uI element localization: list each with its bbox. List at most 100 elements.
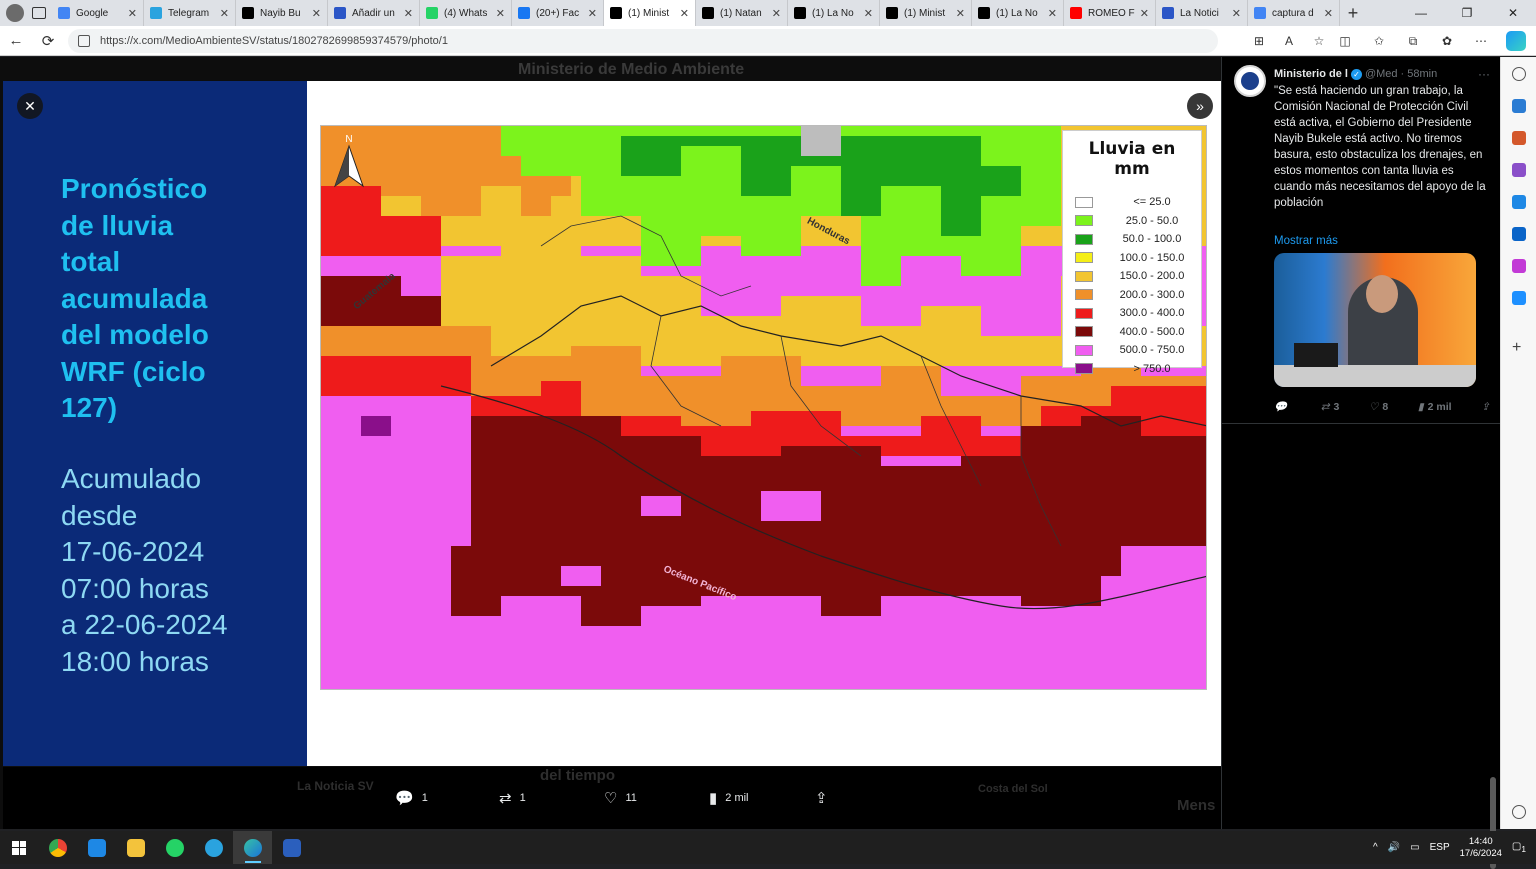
browser-tab[interactable]: (1) La No ✕ — [972, 0, 1064, 26]
profile-avatar[interactable] — [6, 4, 24, 22]
search-icon[interactable] — [1512, 67, 1526, 81]
tab-close-icon[interactable]: ✕ — [1232, 7, 1241, 20]
network-icon[interactable]: ▭ — [1410, 842, 1419, 853]
show-more-link[interactable]: Mostrar más — [1274, 235, 1338, 247]
refresh-button[interactable]: ⟳ — [32, 26, 64, 56]
minimize-button[interactable]: — — [1398, 0, 1444, 26]
band-maroon — [451, 416, 1206, 626]
legend-label: <= 25.0 — [1133, 196, 1171, 209]
share-button[interactable]: ⇪ — [815, 789, 828, 807]
browser-tab[interactable]: Google ✕ — [52, 0, 144, 26]
apps-icon[interactable]: ⊞ — [1250, 32, 1268, 50]
tab-actions-icon[interactable] — [32, 7, 46, 19]
legend-row: 500.0 - 750.0 — [1069, 341, 1195, 360]
side-share-button[interactable]: ⇪ — [1481, 400, 1490, 413]
favorite-star-icon[interactable]: ☆ — [1310, 32, 1328, 50]
side-repost-button[interactable]: ⇄ 3 — [1321, 400, 1340, 413]
favorites-icon[interactable]: ✩ — [1370, 32, 1388, 50]
settings-icon[interactable] — [1512, 805, 1526, 819]
shopping-icon[interactable] — [1512, 99, 1526, 113]
tweet-text: "Se está haciendo un gran trabajo, la Co… — [1274, 85, 1486, 209]
word-taskbar-button[interactable] — [272, 831, 311, 864]
collections-icon[interactable]: ⧉ — [1404, 32, 1422, 50]
browser-tab[interactable]: (4) Whats ✕ — [420, 0, 512, 26]
back-button[interactable]: ← — [0, 26, 32, 56]
side-views-button[interactable]: ▮ 2 mil — [1418, 400, 1452, 413]
tab-close-icon[interactable]: ✕ — [772, 7, 781, 20]
tab-close-icon[interactable]: ✕ — [1140, 7, 1149, 20]
browser-tab[interactable]: (1) La No ✕ — [788, 0, 880, 26]
tab-close-icon[interactable]: ✕ — [1324, 7, 1333, 20]
copilot-icon[interactable] — [1506, 31, 1526, 51]
seal-icon — [1241, 72, 1259, 90]
telegram-taskbar-button[interactable] — [194, 831, 233, 864]
like-button[interactable]: ♡ 11 — [604, 789, 637, 807]
map-legend: Lluvia en mm <= 25.0 25.0 - 50.0 50.0 - 10… — [1062, 130, 1202, 375]
tab-close-icon[interactable]: ✕ — [128, 7, 137, 20]
tab-close-icon[interactable]: ✕ — [680, 7, 689, 20]
volume-icon[interactable]: 🔊 — [1388, 842, 1400, 853]
author-name[interactable]: Ministerio de l — [1274, 68, 1348, 80]
url-field[interactable]: https://x.com/MedioAmbienteSV/status/180… — [68, 28, 1218, 53]
tab-close-icon[interactable]: ✕ — [496, 7, 505, 20]
browser-tab[interactable]: Telegram ✕ — [144, 0, 236, 26]
tab-close-icon[interactable]: ✕ — [864, 7, 873, 20]
views-button[interactable]: ▮ 2 mil — [709, 789, 749, 807]
close-window-button[interactable]: ✕ — [1490, 0, 1536, 26]
side-reply-button[interactable]: 💬 — [1274, 400, 1291, 413]
tools-icon[interactable] — [1512, 131, 1526, 145]
games-icon[interactable] — [1512, 163, 1526, 177]
edge-taskbar-button[interactable] — [233, 831, 272, 864]
browser-tab[interactable]: (1) Natan ✕ — [696, 0, 788, 26]
browser-tab[interactable]: captura d ✕ — [1248, 0, 1340, 26]
tab-close-icon[interactable]: ✕ — [588, 7, 597, 20]
extensions-icon[interactable]: ✿ — [1438, 32, 1456, 50]
tweet-video-thumbnail[interactable] — [1274, 253, 1476, 387]
tray-overflow-icon[interactable]: ^ — [1373, 842, 1378, 853]
avatar[interactable] — [1234, 65, 1266, 97]
start-button[interactable] — [0, 831, 38, 864]
tab-close-icon[interactable]: ✕ — [312, 7, 321, 20]
expand-panel-button[interactable]: » — [1187, 93, 1213, 119]
reply-icon: 💬 — [395, 790, 414, 807]
more-menu-icon[interactable]: ⋯ — [1472, 32, 1490, 50]
tab-close-icon[interactable]: ✕ — [404, 7, 413, 20]
restore-button[interactable]: ❐ — [1444, 0, 1490, 26]
add-icon[interactable]: + — [1512, 340, 1526, 356]
microsoft365-icon[interactable] — [1512, 195, 1526, 209]
more-options-icon[interactable]: ··· — [1478, 67, 1490, 81]
explorer-taskbar-button[interactable] — [116, 831, 155, 864]
send-icon[interactable] — [1512, 291, 1526, 305]
split-screen-icon[interactable]: ◫ — [1336, 32, 1354, 50]
browser-tab[interactable]: (20+) Fac ✕ — [512, 0, 604, 26]
mail-taskbar-button[interactable] — [77, 831, 116, 864]
browser-tab[interactable]: (1) Minist ✕ — [880, 0, 972, 26]
designer-icon[interactable] — [1512, 259, 1526, 273]
tab-close-icon[interactable]: ✕ — [1048, 7, 1057, 20]
browser-tab[interactable]: (1) Minist ✕ — [604, 0, 696, 26]
side-like-button[interactable]: ♡ 8 — [1369, 400, 1388, 413]
author-handle[interactable]: @Med — [1365, 68, 1398, 80]
outlook-icon[interactable] — [1512, 227, 1526, 241]
repost-button[interactable]: ⇄ 1 — [499, 789, 526, 807]
tab-close-icon[interactable]: ✕ — [956, 7, 965, 20]
chrome-taskbar-button[interactable] — [38, 831, 77, 864]
browser-tab[interactable]: La Notici ✕ — [1156, 0, 1248, 26]
tweet-time[interactable]: · 58min — [1401, 68, 1438, 80]
tab-close-icon[interactable]: ✕ — [220, 7, 229, 20]
whatsapp-taskbar-button[interactable] — [155, 831, 194, 864]
read-aloud-icon[interactable]: A — [1280, 32, 1298, 50]
clock[interactable]: 14:40 17/6/2024 — [1460, 836, 1502, 860]
browser-tab[interactable]: ROMEO F ✕ — [1064, 0, 1156, 26]
language-indicator[interactable]: ESP — [1430, 842, 1450, 853]
close-photo-button[interactable]: ✕ — [17, 93, 43, 119]
tab-title: (20+) Fac — [536, 7, 580, 19]
new-tab-button[interactable]: + — [1340, 0, 1366, 26]
reply-button[interactable]: 💬 1 — [395, 789, 428, 807]
browser-tab[interactable]: Añadir un ✕ — [328, 0, 420, 26]
notification-button[interactable]: ▢1 — [1512, 841, 1526, 854]
site-info-icon[interactable] — [78, 34, 90, 47]
legend-label: 150.0 - 200.0 — [1119, 270, 1185, 283]
browser-tab[interactable]: Nayib Bu ✕ — [236, 0, 328, 26]
repost-count: 1 — [519, 792, 526, 804]
